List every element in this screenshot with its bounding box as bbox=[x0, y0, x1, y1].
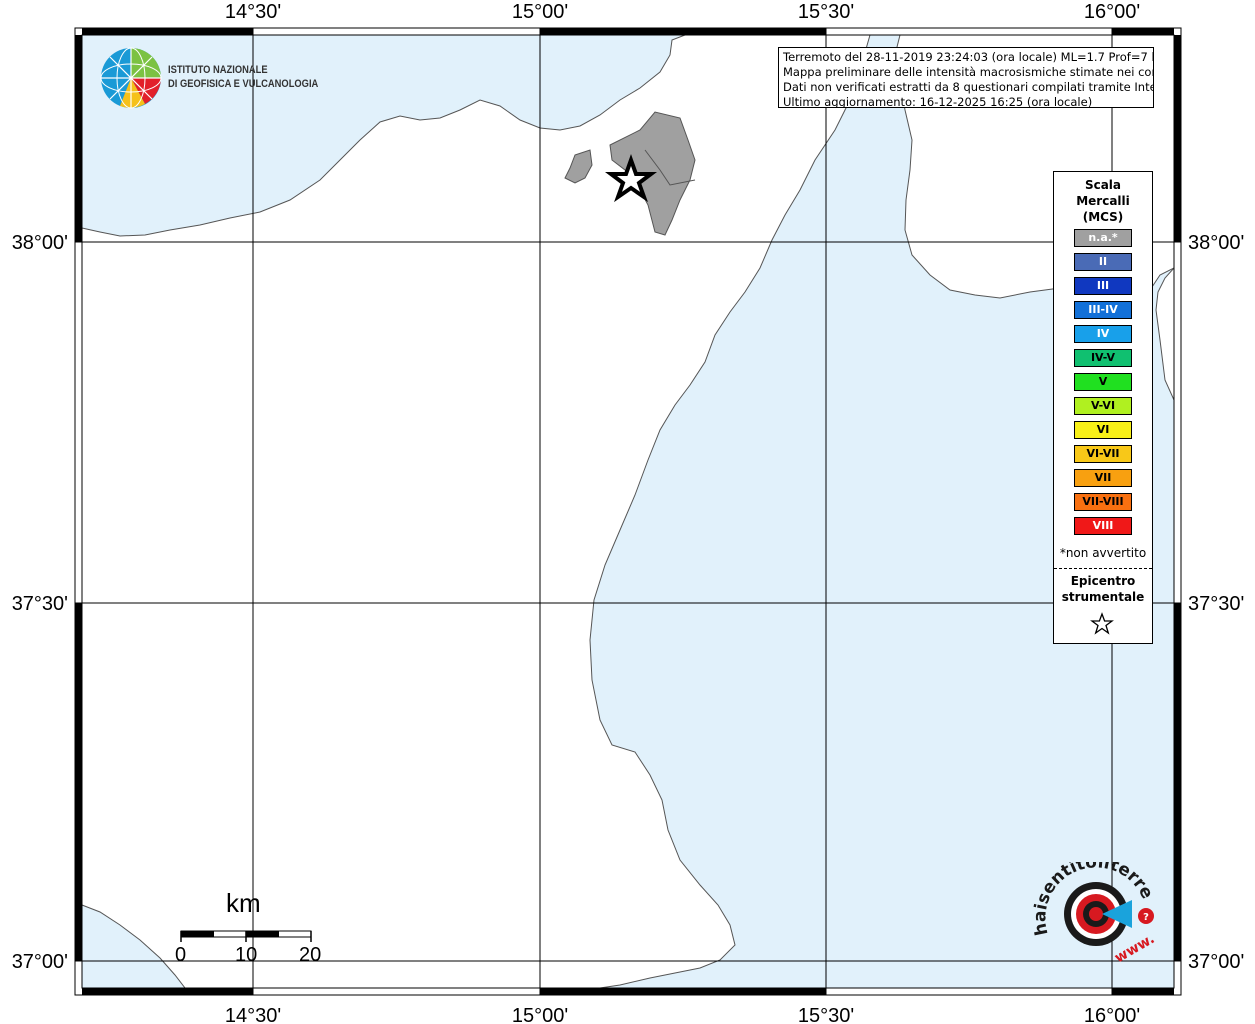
legend-title-line1: Scala bbox=[1084, 178, 1122, 192]
lon-label-bottom-2: 15°00' bbox=[512, 1005, 568, 1024]
lon-label-top-1: 14°30' bbox=[225, 1, 281, 23]
legend-swatch: n.a.* bbox=[1074, 229, 1132, 247]
earthquake-info-box: Terremoto del 28-11-2019 23:24:03 (ora l… bbox=[778, 47, 1154, 108]
lat-label-left-1: 38°00' bbox=[12, 232, 68, 254]
legend-swatch: VII-VIII bbox=[1074, 493, 1132, 511]
legend-title-line3: (MCS) bbox=[1082, 210, 1124, 224]
lon-label-top-3: 15°30' bbox=[798, 1, 854, 23]
legend-swatch: IV bbox=[1074, 325, 1132, 343]
lon-label-bottom-3: 15°30' bbox=[798, 1005, 854, 1024]
info-line-2: Mappa preliminare delle intensità macros… bbox=[783, 65, 1154, 79]
lon-label-bottom-4: 16°00' bbox=[1084, 1005, 1140, 1024]
lon-label-bottom-1: 14°30' bbox=[225, 1005, 281, 1024]
legend-swatch: II bbox=[1074, 253, 1132, 271]
legend-epicenter-line2: strumentale bbox=[1061, 590, 1145, 604]
info-line-3: Dati non verificati estratti da 8 questi… bbox=[783, 80, 1154, 94]
legend-star-icon bbox=[1090, 612, 1114, 635]
legend-title: Scala Mercalli (MCS) bbox=[1054, 177, 1152, 225]
mcs-legend: Scala Mercalli (MCS) n.a.* II III III-IV IV I… bbox=[1053, 171, 1153, 644]
legend-epicenter-line1: Epicentro bbox=[1070, 574, 1136, 588]
legend-swatch: VI bbox=[1074, 421, 1132, 439]
scale-label-20: 20 bbox=[299, 944, 322, 966]
legend-swatch: III bbox=[1074, 277, 1132, 295]
legend-swatch: VIII bbox=[1074, 517, 1132, 535]
lon-label-top-2: 15°00' bbox=[512, 1, 568, 23]
legend-separator bbox=[1054, 568, 1152, 569]
scale-label-10: 10 bbox=[235, 944, 258, 966]
legend-title-line2: Mercalli bbox=[1076, 194, 1130, 208]
legend-swatch: VII bbox=[1074, 469, 1132, 487]
lat-label-right-3: 37°00' bbox=[1188, 951, 1244, 973]
svg-text:?: ? bbox=[1143, 912, 1149, 923]
ingv-name-line2: DI GEOFISICA E VULCANOLOGIA bbox=[168, 78, 319, 90]
legend-swatch: V-VI bbox=[1074, 397, 1132, 415]
ingv-globe-icon bbox=[100, 47, 162, 109]
info-line-1: Terremoto del 28-11-2019 23:24:03 (ora l… bbox=[783, 50, 1154, 64]
haisentito-logo: ? haisentitoilterremoto.it www. bbox=[1023, 847, 1164, 974]
legend-note: *non avvertito bbox=[1059, 546, 1147, 560]
legend-swatch: III-IV bbox=[1074, 301, 1132, 319]
legend-swatch: IV-V bbox=[1074, 349, 1132, 367]
scale-label-0: 0 bbox=[175, 944, 187, 966]
lat-label-left-3: 37°00' bbox=[12, 951, 68, 973]
lat-label-left-2: 37°30' bbox=[12, 593, 68, 615]
ingv-name-line1: ISTITUTO NAZIONALE bbox=[168, 64, 268, 76]
lat-label-right-1: 38°00' bbox=[1188, 232, 1244, 254]
legend-epicenter-label: Epicentro strumentale bbox=[1054, 573, 1152, 605]
lat-label-right-2: 37°30' bbox=[1188, 593, 1244, 615]
ingv-logo: ISTITUTO NAZIONALE DI GEOFISICA E VULCAN… bbox=[100, 47, 320, 111]
haisentito-target-icon: ? haisentitoilterremoto.it www. bbox=[1023, 847, 1157, 966]
legend-swatch: V bbox=[1074, 373, 1132, 391]
legend-swatch: VI-VII bbox=[1074, 445, 1132, 463]
info-line-4: Ultimo aggiornamento: 16-12-2025 16:25 (… bbox=[783, 95, 1093, 108]
ingv-name: ISTITUTO NAZIONALE DI GEOFISICA E VULCAN… bbox=[168, 63, 318, 91]
lon-label-top-4: 16°00' bbox=[1084, 1, 1140, 23]
scale-bar-unit: km bbox=[226, 888, 261, 918]
